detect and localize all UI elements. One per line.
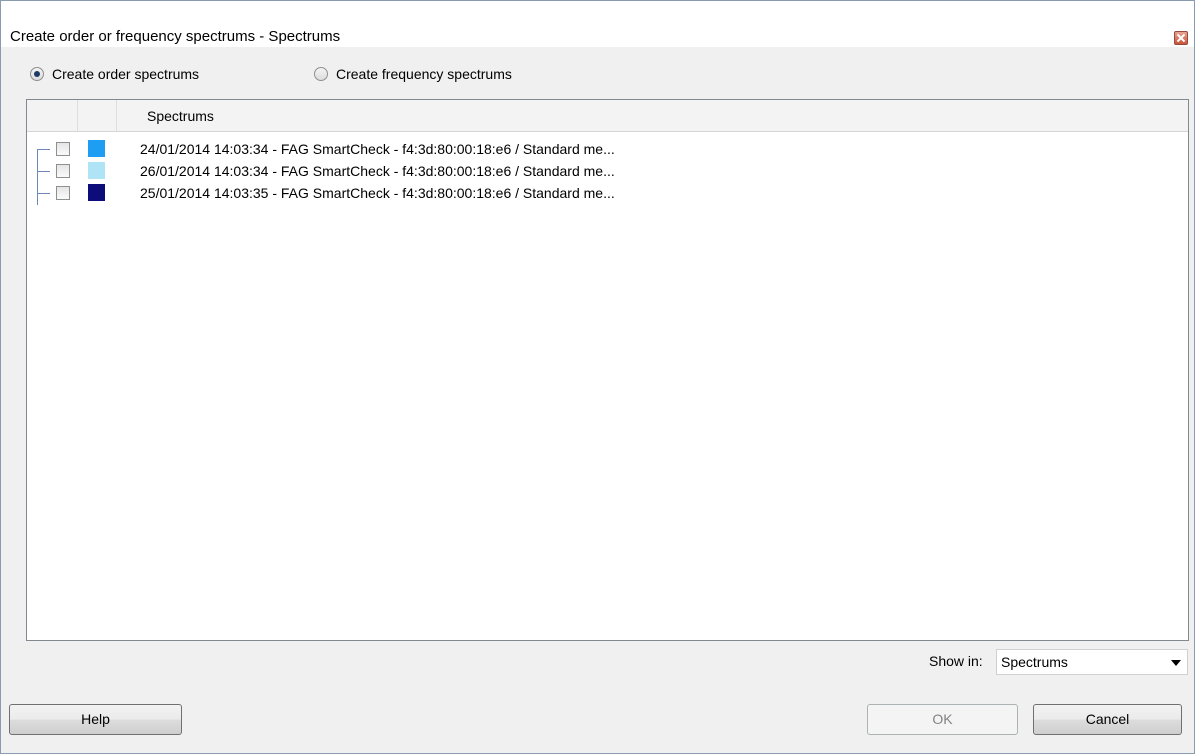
header-cell-check[interactable] [78, 100, 117, 131]
color-swatch [88, 184, 105, 201]
radio-frequency-spectrums[interactable] [314, 67, 328, 81]
help-button[interactable]: Help [9, 704, 182, 735]
tree-branch [38, 149, 50, 150]
show-in-dropdown[interactable]: Spectrums [996, 649, 1188, 675]
table-row[interactable]: 25/01/2014 14:03:35 - FAG SmartCheck - f… [27, 182, 1188, 204]
order-spectrums-label: Create order spectrums [52, 66, 200, 82]
table-row[interactable]: 24/01/2014 14:03:34 - FAG SmartCheck - f… [27, 138, 1188, 160]
frequency-spectrums-label: Create frequency spectrums [336, 66, 512, 82]
tree-branch [38, 193, 50, 194]
color-swatch [88, 140, 105, 157]
show-in-value: Spectrums [1001, 654, 1068, 670]
show-in-label: Show in: [929, 653, 983, 669]
radio-order-spectrums[interactable] [30, 67, 44, 81]
row-checkbox[interactable] [56, 164, 70, 178]
spectrums-grid[interactable]: Spectrums 24/01/2014 14:03:34 - FAG Smar… [26, 99, 1189, 641]
header-cell-expand[interactable] [27, 100, 78, 131]
table-row[interactable]: 26/01/2014 14:03:34 - FAG SmartCheck - f… [27, 160, 1188, 182]
chevron-down-icon[interactable] [1171, 660, 1181, 666]
row-checkbox[interactable] [56, 142, 70, 156]
column-header-spectrums[interactable]: Spectrums [147, 108, 214, 124]
row-label: 26/01/2014 14:03:34 - FAG SmartCheck - f… [140, 163, 615, 179]
order-spectrums-option[interactable]: Create order spectrums [30, 63, 199, 85]
close-icon[interactable] [1174, 31, 1188, 45]
row-checkbox[interactable] [56, 186, 70, 200]
row-label: 25/01/2014 14:03:35 - FAG SmartCheck - f… [140, 185, 615, 201]
grid-header: Spectrums [27, 100, 1188, 132]
color-swatch [88, 162, 105, 179]
cancel-button[interactable]: Cancel [1033, 704, 1182, 735]
title-bar: Create order or frequency spectrums - Sp… [1, 1, 1194, 47]
frequency-spectrums-option[interactable]: Create frequency spectrums [314, 63, 512, 85]
dialog-window: Create order or frequency spectrums - Sp… [0, 0, 1195, 754]
tree-branch [38, 171, 50, 172]
row-label: 24/01/2014 14:03:34 - FAG SmartCheck - f… [140, 141, 615, 157]
ok-button[interactable]: OK [867, 704, 1018, 735]
dialog-title: Create order or frequency spectrums - Sp… [10, 28, 341, 45]
